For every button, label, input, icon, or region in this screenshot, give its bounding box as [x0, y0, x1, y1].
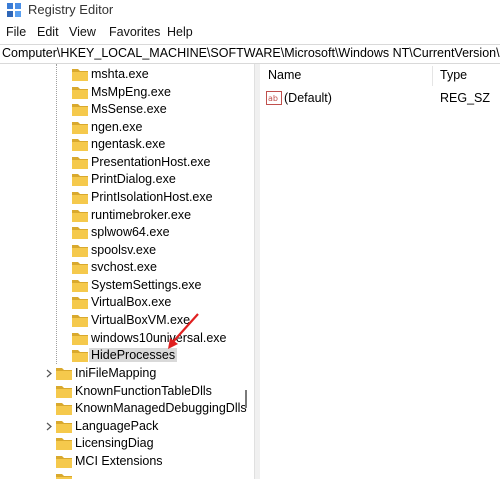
tree-item-label: PresentationHost.exe — [91, 155, 211, 169]
column-divider[interactable] — [432, 66, 433, 86]
window-title: Registry Editor — [28, 2, 114, 17]
folder-icon — [72, 333, 88, 345]
address-bar[interactable]: Computer\HKEY_LOCAL_MACHINE\SOFTWARE\Mic… — [0, 44, 500, 64]
value-name: (Default) — [284, 91, 332, 105]
folder-icon — [56, 386, 72, 398]
tree-item-knownmanageddebuggingdlls[interactable]: KnownManagedDebuggingDlls — [44, 400, 247, 417]
tree-item-label: spoolsv.exe — [91, 243, 157, 257]
address-path[interactable]: Computer\HKEY_LOCAL_MACHINE\SOFTWARE\Mic… — [2, 46, 500, 60]
tree-item-label: KnownManagedDebuggingDlls — [75, 401, 247, 415]
folder-icon — [72, 297, 88, 309]
tree-item-label: SystemSettings.exe — [91, 278, 202, 292]
folder-icon — [72, 157, 88, 169]
menu-favorites[interactable]: Favorites — [109, 25, 160, 39]
tree-item-label: MCI Extensions — [75, 454, 163, 468]
folder-icon — [56, 438, 72, 450]
tree-item-licensingdiag[interactable]: LicensingDiag — [44, 435, 244, 452]
string-value-icon: ab — [266, 91, 282, 105]
folder-icon — [72, 174, 88, 186]
tree-item-label: windows10universal.exe — [91, 331, 227, 345]
tree-item-label: svchost.exe — [91, 260, 158, 274]
tree-scrollbar-thumb[interactable] — [245, 390, 247, 408]
folder-icon — [72, 227, 88, 239]
tree-item-label: MsSense.exe — [91, 102, 167, 116]
expand-chevron-icon[interactable] — [44, 369, 53, 378]
tree-item-label: splwow64.exe — [91, 225, 170, 239]
title-bar: Registry Editor — [0, 0, 500, 20]
column-header-type[interactable]: Type — [440, 68, 467, 82]
value-list[interactable]: Name Type ab (Default) REG_SZ — [260, 64, 500, 479]
folder-icon — [72, 192, 88, 204]
tree-item-label: LicensingDiag — [75, 436, 154, 450]
folder-icon — [72, 122, 88, 134]
tree-item-label: PrintIsolationHost.exe — [91, 190, 213, 204]
folder-icon — [56, 456, 72, 468]
key-tree[interactable]: mshta.exe MsMpEng.exe MsSense.exe ngen.e… — [0, 64, 254, 479]
menu-bar: File Edit View Favorites Help — [0, 24, 500, 42]
menu-edit[interactable]: Edit — [37, 25, 59, 39]
folder-icon — [72, 87, 88, 99]
menu-view[interactable]: View — [69, 25, 96, 39]
tree-item-label: IniFileMapping — [75, 366, 157, 380]
folder-icon — [72, 139, 88, 151]
tree-item-partial[interactable] — [44, 471, 72, 479]
value-type: REG_SZ — [440, 91, 491, 105]
folder-icon — [56, 403, 72, 415]
folder-icon — [72, 69, 88, 81]
tree-item-label: mshta.exe — [91, 67, 149, 81]
svg-text:ab: ab — [268, 94, 278, 103]
tree-item-knownfunctiontabledlls[interactable]: KnownFunctionTableDlls — [44, 383, 244, 400]
folder-icon — [72, 104, 88, 116]
folder-icon — [56, 368, 72, 380]
tree-item-label: LanguagePack — [75, 419, 159, 433]
folder-icon — [72, 315, 88, 327]
folder-icon — [56, 421, 72, 433]
tree-item-label: ngentask.exe — [91, 137, 166, 151]
menu-file[interactable]: File — [6, 25, 26, 39]
tree-item-label: ngen.exe — [91, 120, 143, 134]
menu-help[interactable]: Help — [167, 25, 193, 39]
folder-icon — [72, 350, 88, 362]
tree-item-label: VirtualBoxVM.exe — [91, 313, 191, 327]
folder-icon — [72, 245, 88, 257]
tree-item-label: KnownFunctionTableDlls — [75, 384, 212, 398]
tree-item-label: HideProcesses — [89, 348, 178, 362]
value-row-default[interactable]: ab (Default) REG_SZ — [264, 90, 494, 107]
tree-item-label: VirtualBox.exe — [91, 295, 172, 309]
tree-item-inifilemapping[interactable]: IniFileMapping — [44, 365, 244, 382]
tree-item-mci-extensions[interactable]: MCI Extensions — [44, 453, 244, 470]
folder-icon — [72, 210, 88, 222]
expand-chevron-icon[interactable] — [44, 422, 53, 431]
column-header-name[interactable]: Name — [268, 68, 301, 82]
tree-item-label: runtimebroker.exe — [91, 208, 192, 222]
tree-item-label: MsMpEng.exe — [91, 85, 171, 99]
tree-item-languagepack[interactable]: LanguagePack — [44, 418, 244, 435]
folder-icon — [72, 280, 88, 292]
folder-icon — [72, 262, 88, 274]
registry-editor-icon — [7, 3, 21, 17]
tree-item-label: PrintDialog.exe — [91, 172, 176, 186]
folder-icon — [56, 474, 72, 479]
tree-guide-line — [56, 64, 58, 364]
